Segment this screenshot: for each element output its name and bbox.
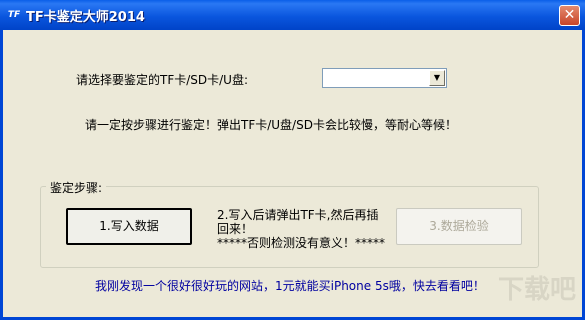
steps-group-title: 鉴定步骤:: [46, 179, 107, 196]
window-frame-left: [0, 30, 3, 320]
window-title: TF卡鉴定大师2014: [26, 10, 145, 25]
promo-link[interactable]: 我刚发现一个很好很好玩的网站，1元就能买iPhone 5s哦，快去看看吧！: [95, 277, 485, 294]
write-data-button[interactable]: 1.写入数据: [66, 208, 192, 245]
check-data-button[interactable]: 3.数据检验: [396, 208, 522, 245]
step-note-line1: 2.写入后请弹出TF卡,然后再插回来！: [217, 208, 379, 236]
select-prompt-label: 请选择要鉴定的TF卡/SD卡/U盘:: [76, 73, 249, 87]
watermark-logo: 下载吧: [498, 275, 577, 305]
warning-text: 请一定按步骤进行鉴定！弹出TF卡/U盘/SD卡会比较慢，等耐心等候！: [85, 118, 457, 132]
app-icon: TF: [7, 10, 21, 20]
close-button[interactable]: ✕: [559, 5, 580, 26]
title-bar: TF TF卡鉴定大师2014 ✕: [0, 0, 585, 30]
drive-select[interactable]: ▼: [322, 68, 447, 88]
chevron-down-icon[interactable]: ▼: [429, 70, 445, 86]
step-note-line2: *****否则检测没有意义！*****: [217, 236, 386, 250]
step-note: 2.写入后请弹出TF卡,然后再插回来！ *****否则检测没有意义！*****: [217, 208, 387, 250]
